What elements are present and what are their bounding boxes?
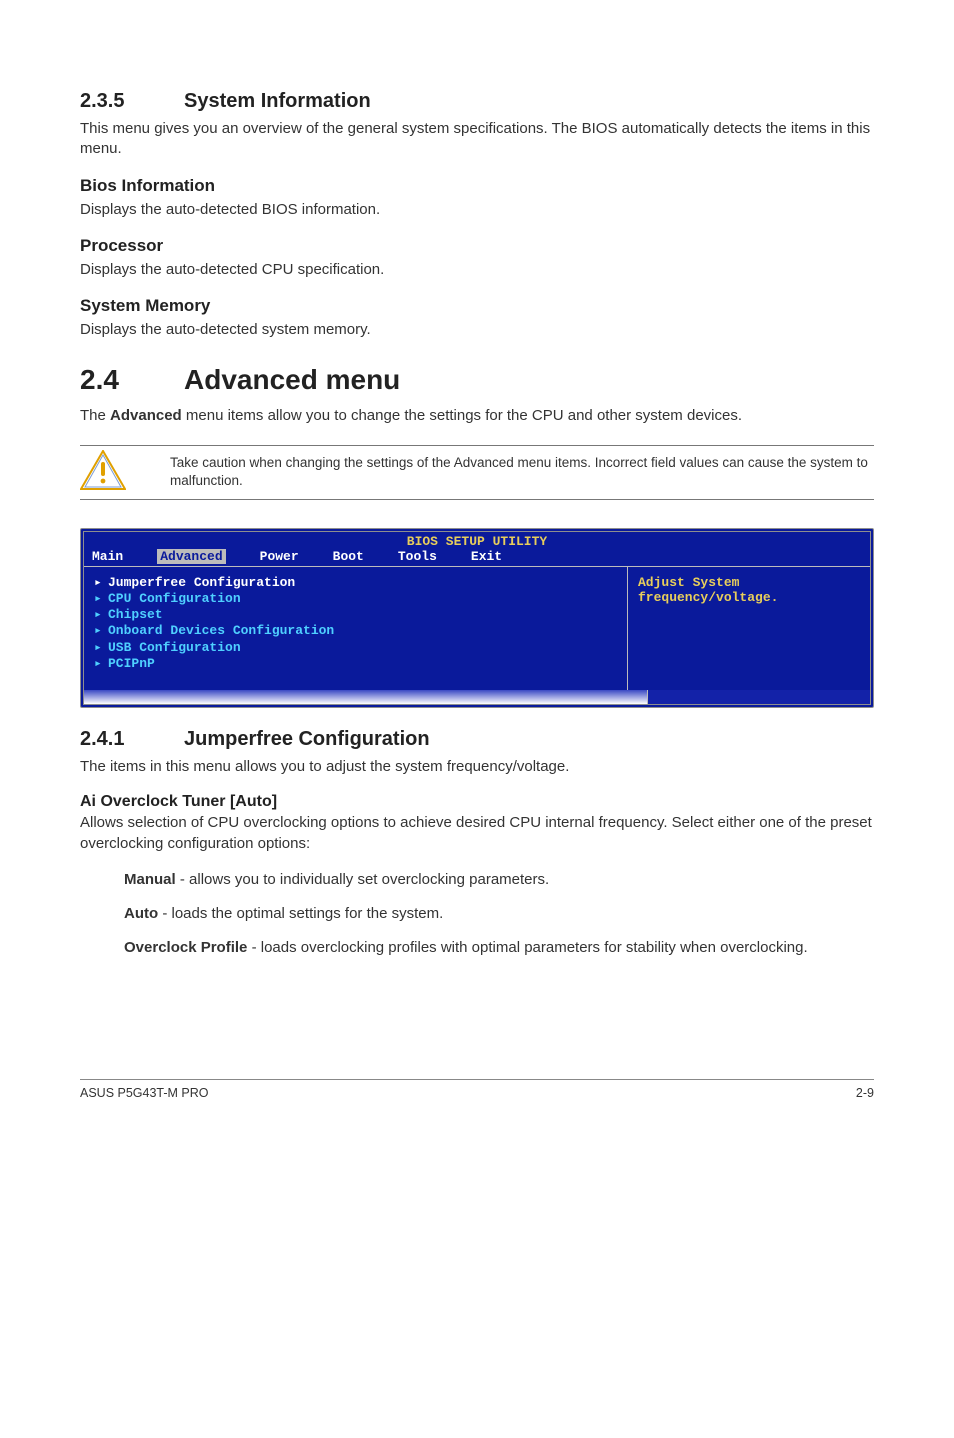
section-number: 2.3.5	[80, 90, 184, 113]
bios-item-label: PCIPnP	[108, 656, 155, 671]
bios-item-onboard[interactable]: ▸Onboard Devices Configuration	[94, 623, 617, 639]
footer-model: ASUS P5G43T-M PRO	[80, 1086, 209, 1100]
bios-menu-list: ▸Jumperfree Configuration ▸CPU Configura…	[84, 567, 627, 691]
processor-text: Displays the auto-detected CPU specifica…	[80, 260, 874, 280]
caution-text: Take caution when changing the settings …	[170, 454, 874, 490]
option-name: Overclock Profile	[124, 939, 247, 956]
memory-text: Displays the auto-detected system memory…	[80, 320, 874, 340]
bios-info-heading: Bios Information	[80, 176, 874, 196]
advanced-intro: The Advanced menu items allow you to cha…	[80, 406, 874, 426]
memory-heading: System Memory	[80, 296, 874, 316]
page-footer: ASUS P5G43T-M PRO 2-9	[80, 1079, 874, 1100]
bios-help-panel: Adjust System frequency/voltage.	[627, 567, 870, 691]
bios-screen: BIOS SETUP UTILITY Main Advanced Power B…	[80, 528, 874, 709]
option-auto: Auto - loads the optimal settings for th…	[124, 904, 874, 924]
bios-info-text: Displays the auto-detected BIOS informat…	[80, 200, 874, 220]
section-title: Jumperfree Configuration	[184, 728, 430, 750]
bios-item-label: Jumperfree Configuration	[108, 575, 295, 590]
option-name: Auto	[124, 905, 158, 922]
option-desc: - loads the optimal settings for the sys…	[158, 905, 443, 922]
section-title: System Information	[184, 90, 371, 112]
bios-help-line: frequency/voltage.	[638, 590, 860, 605]
bios-help-line: Adjust System	[638, 575, 860, 590]
section-2-4-1-heading: 2.4.1Jumperfree Configuration	[80, 728, 874, 751]
ai-overclock-text: Allows selection of CPU overclocking opt…	[80, 813, 874, 854]
caution-icon	[80, 450, 126, 490]
caution-box: Take caution when changing the settings …	[80, 445, 874, 500]
ai-overclock-heading: Ai Overclock Tuner [Auto]	[80, 793, 874, 811]
section-2-3-5-heading: 2.3.5System Information	[80, 90, 874, 113]
section-title: Advanced menu	[184, 364, 400, 395]
footer-page-number: 2-9	[856, 1086, 874, 1100]
bios-item-cpu[interactable]: ▸CPU Configuration	[94, 591, 617, 607]
option-manual: Manual - allows you to individually set …	[124, 870, 874, 890]
bios-item-label: Onboard Devices Configuration	[108, 623, 334, 638]
bios-item-label: Chipset	[108, 607, 163, 622]
section-2-4-heading: 2.4Advanced menu	[80, 364, 874, 396]
bios-tab-boot[interactable]: Boot	[333, 549, 364, 564]
section-intro: This menu gives you an overview of the g…	[80, 119, 874, 160]
bios-item-label: CPU Configuration	[108, 591, 241, 606]
option-desc: - allows you to individually set overclo…	[176, 871, 550, 888]
option-desc: - loads overclocking profiles with optim…	[247, 939, 807, 956]
bios-title: BIOS SETUP UTILITY	[84, 532, 870, 549]
bios-tab-main[interactable]: Main	[92, 549, 123, 564]
option-name: Manual	[124, 871, 176, 888]
jumperfree-intro: The items in this menu allows you to adj…	[80, 757, 874, 777]
bios-item-pcipnp[interactable]: ▸PCIPnP	[94, 656, 617, 672]
bios-item-label: USB Configuration	[108, 640, 241, 655]
bios-tab-exit[interactable]: Exit	[471, 549, 502, 564]
section-number: 2.4	[80, 364, 184, 396]
bios-item-usb[interactable]: ▸USB Configuration	[94, 640, 617, 656]
section-number: 2.4.1	[80, 728, 184, 751]
bios-item-chipset[interactable]: ▸Chipset	[94, 607, 617, 623]
bios-tab-advanced[interactable]: Advanced	[157, 549, 225, 564]
option-overclock-profile: Overclock Profile - loads overclocking p…	[124, 938, 874, 958]
bios-fade	[84, 690, 647, 704]
bios-tab-power[interactable]: Power	[260, 549, 299, 564]
bios-tab-tools[interactable]: Tools	[398, 549, 437, 564]
processor-heading: Processor	[80, 236, 874, 256]
bios-item-jumperfree[interactable]: ▸Jumperfree Configuration	[94, 575, 617, 591]
bios-fade-right	[647, 690, 870, 704]
bios-menubar: Main Advanced Power Boot Tools Exit	[84, 549, 870, 566]
